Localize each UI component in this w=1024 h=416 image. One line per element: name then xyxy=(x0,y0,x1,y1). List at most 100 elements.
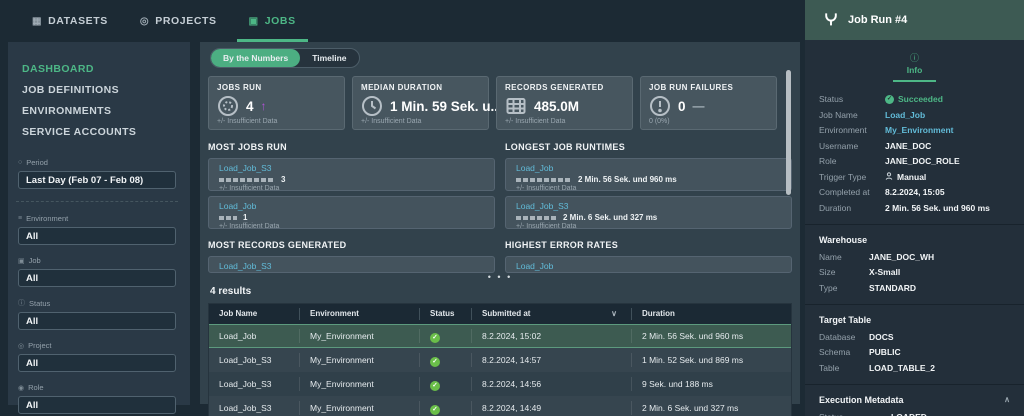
stat-job-run-failures[interactable]: JOB RUN FAILURES 0 — 0 (0%) xyxy=(640,76,777,130)
completed-at-value: 8.2.2024, 15:05 xyxy=(885,187,1010,197)
col-status[interactable]: Status xyxy=(419,308,471,320)
toggle-timeline[interactable]: Timeline xyxy=(300,49,358,67)
table-grid-icon xyxy=(505,95,527,117)
table-row[interactable]: Load_Job_S3 My_Environment ✓ 8.2.2024, 1… xyxy=(209,348,791,372)
field-label: Type xyxy=(819,283,869,293)
panel-header: Job Run #4 xyxy=(805,0,1024,40)
tab-datasets[interactable]: ▦ DATASETS xyxy=(20,0,120,42)
success-check-icon: ✓ xyxy=(430,333,440,343)
trend-up-icon: ↑ xyxy=(261,99,267,113)
table-row[interactable]: Load_Job_S3 My_Environment ✓ 8.2.2024, 1… xyxy=(209,372,791,396)
schema-value: PUBLIC xyxy=(869,347,1010,357)
job-link[interactable]: Load_Job xyxy=(516,163,781,173)
sidebar-item-environments[interactable]: ENVIRONMENTS xyxy=(16,100,178,121)
panel-title: Job Run #4 xyxy=(848,14,907,26)
environment-select[interactable]: All xyxy=(18,227,176,245)
collapse-chevron-icon[interactable]: ∧ xyxy=(1004,395,1010,404)
status-select[interactable]: All xyxy=(18,312,176,330)
col-duration[interactable]: Duration xyxy=(631,308,791,320)
warehouse-section-title: Warehouse xyxy=(819,235,1010,245)
stat-value: 0 xyxy=(678,99,686,114)
job-link[interactable]: Load_Job_S3 xyxy=(219,163,484,173)
scrollbar[interactable] xyxy=(786,70,791,195)
table-row[interactable]: Load_Job_S3 My_Environment ✓ 8.2.2024, 1… xyxy=(209,396,791,416)
job-name-link[interactable]: Load_Job xyxy=(885,110,1010,120)
bar-note: +/- Insufficient Data xyxy=(219,223,484,229)
filter-status: ⓘ Status All xyxy=(16,298,178,330)
cell-duration: 2 Min. 56 Sek. und 960 ms xyxy=(631,329,791,343)
cell-environment: My_Environment xyxy=(299,377,419,391)
info-icon: ⓘ xyxy=(910,51,919,64)
filter-environment-label: Environment xyxy=(26,214,68,223)
clock-icon xyxy=(361,95,383,117)
filter-role: ◉ Role All xyxy=(16,383,178,414)
field-label: Username xyxy=(819,141,885,151)
cell-submitted: 8.2.2024, 14:57 xyxy=(471,353,631,367)
stat-median-duration[interactable]: MEDIAN DURATION 1 Min. 59 Sek. u... +/- … xyxy=(352,76,489,130)
view-toggle: By the Numbers Timeline xyxy=(210,48,360,68)
bar-value: 3 xyxy=(281,175,285,184)
charts-row-2: MOST RECORDS GENERATED Load_Job_S3 HIGHE… xyxy=(208,240,792,273)
sidebar-item-job-definitions[interactable]: JOB DEFINITIONS xyxy=(16,79,178,100)
chart-item[interactable]: Load_Job_S3 2 Min. 6 Sek. und 327 ms +/-… xyxy=(505,196,792,229)
chart-item[interactable]: Load_Job 2 Min. 56 Sek. und 960 ms +/- I… xyxy=(505,158,792,191)
col-job-name[interactable]: Job Name xyxy=(209,308,299,320)
filter-status-label: Status xyxy=(29,299,50,308)
tab-info-label: Info xyxy=(907,65,923,75)
target-table-section-title: Target Table xyxy=(819,315,1010,325)
environment-link[interactable]: My_Environment xyxy=(885,125,1010,135)
trigger-type-value: Manual xyxy=(885,172,1010,182)
bar-value: 2 Min. 6 Sek. und 327 ms xyxy=(563,213,657,222)
top-nav: ▦ DATASETS ◎ PROJECTS ▣ JOBS xyxy=(0,0,805,42)
table-row[interactable]: Load_Job My_Environment ✓ 8.2.2024, 15:0… xyxy=(209,324,791,348)
section-divider xyxy=(805,224,1024,225)
resize-handle-dots[interactable]: • • • xyxy=(208,273,792,283)
stat-title: JOBS RUN xyxy=(217,83,336,92)
cell-submitted: 8.2.2024, 15:02 xyxy=(471,329,631,343)
filter-project: ◎ Project All xyxy=(16,341,178,372)
cell-job-name: Load_Job_S3 xyxy=(209,377,299,391)
chart-item[interactable]: Load_Job_S3 xyxy=(208,256,495,273)
bar-value: 1 xyxy=(243,213,247,222)
stat-records-generated[interactable]: RECORDS GENERATED 485.0M +/- Insufficien… xyxy=(496,76,633,130)
field-label: Database xyxy=(819,332,869,342)
chart-item[interactable]: Load_Job_S3 3 +/- Insufficient Data xyxy=(208,158,495,191)
stat-title: JOB RUN FAILURES xyxy=(649,83,768,92)
period-select[interactable]: Last Day (Feb 07 - Feb 08) xyxy=(18,171,176,189)
chart-item[interactable]: Load_Job 1 +/- Insufficient Data xyxy=(208,196,495,229)
job-link[interactable]: Load_Job_S3 xyxy=(516,201,781,211)
sort-chevron-icon[interactable]: ∨ xyxy=(611,308,617,320)
toggle-by-the-numbers[interactable]: By the Numbers xyxy=(211,49,300,67)
field-label: Duration xyxy=(819,203,885,213)
tab-projects[interactable]: ◎ PROJECTS xyxy=(128,0,229,42)
cell-duration: 9 Sek. und 188 ms xyxy=(631,377,791,391)
filter-job-label: Job xyxy=(29,256,41,265)
stat-value: 4 xyxy=(246,99,254,114)
col-environment[interactable]: Environment xyxy=(299,308,419,320)
job-select[interactable]: All xyxy=(18,269,176,287)
bar-value: 2 Min. 56 Sek. und 960 ms xyxy=(578,175,677,184)
stat-value: 1 Min. 59 Sek. u... xyxy=(390,99,502,114)
role-value: JANE_DOC_ROLE xyxy=(885,156,1010,166)
job-link[interactable]: Load_Job_S3 xyxy=(219,261,484,271)
stat-jobs-run[interactable]: JOBS RUN 4 ↑ +/- Insufficient Data xyxy=(208,76,345,130)
project-select[interactable]: All xyxy=(18,354,176,372)
col-submitted-at[interactable]: Submitted at ∨ xyxy=(471,308,631,320)
job-link[interactable]: Load_Job xyxy=(219,201,484,211)
tab-jobs-label: JOBS xyxy=(265,15,296,27)
success-check-icon: ✓ xyxy=(885,95,894,104)
sidebar-item-service-accounts[interactable]: SERVICE ACCOUNTS xyxy=(16,121,178,142)
tab-jobs[interactable]: ▣ JOBS xyxy=(237,0,308,42)
project-icon: ◎ xyxy=(18,342,24,350)
environment-icon: ≡ xyxy=(18,215,22,222)
sidebar-item-dashboard[interactable]: DASHBOARD xyxy=(16,58,178,79)
tab-info[interactable]: ⓘ Info xyxy=(893,51,937,82)
role-select[interactable]: All xyxy=(18,396,176,414)
success-check-icon: ✓ xyxy=(430,381,440,391)
job-link[interactable]: Load_Job xyxy=(516,261,781,271)
bar-note: +/- Insufficient Data xyxy=(516,185,781,191)
alert-icon xyxy=(649,95,671,117)
chart-item[interactable]: Load_Job xyxy=(505,256,792,273)
stat-footnote: +/- Insufficient Data xyxy=(505,118,624,125)
bar-note: +/- Insufficient Data xyxy=(516,223,781,229)
